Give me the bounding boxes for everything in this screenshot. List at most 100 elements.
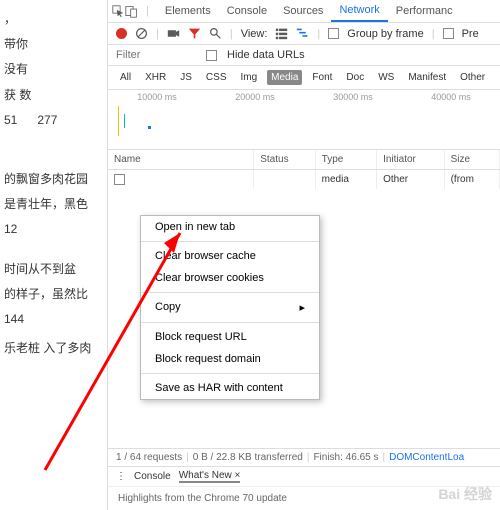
group-label: Group by frame bbox=[347, 28, 423, 40]
cell-type: media bbox=[316, 170, 377, 189]
hide-urls-label: Hide data URLs bbox=[227, 49, 305, 61]
kebab-icon[interactable]: ⋮ bbox=[116, 471, 126, 482]
page-text: 乐老桩 入了多肉 bbox=[4, 339, 103, 358]
inspect-icon[interactable] bbox=[112, 5, 125, 18]
filter-media[interactable]: Media bbox=[267, 70, 302, 85]
watermark: Bai 经验 bbox=[438, 484, 492, 504]
divider: | bbox=[307, 452, 310, 463]
menu-clear-cache[interactable]: Clear browser cache bbox=[141, 245, 319, 267]
filter-input[interactable] bbox=[116, 49, 196, 61]
filter-js[interactable]: JS bbox=[176, 70, 196, 85]
divider: | bbox=[186, 452, 189, 463]
filter-all[interactable]: All bbox=[116, 70, 135, 85]
divider bbox=[141, 373, 319, 374]
page-text: 的样子，虽然比 bbox=[4, 285, 103, 304]
page-text: 获 数 bbox=[4, 86, 103, 105]
divider: | bbox=[432, 28, 435, 40]
page-text: 51 277 bbox=[4, 111, 103, 130]
preserve-label: Pre bbox=[462, 28, 479, 40]
chevron-right-icon: ▸ bbox=[299, 301, 305, 314]
timeline-mark bbox=[118, 106, 119, 136]
filter-types: All XHR JS CSS Img Media Font Doc WS Man… bbox=[108, 66, 500, 90]
filter-row: Hide data URLs bbox=[108, 45, 500, 66]
drawer-tab-console[interactable]: Console bbox=[134, 471, 171, 482]
status-bar: 1 / 64 requests | 0 B / 22.8 KB transfer… bbox=[108, 448, 500, 466]
clear-icon[interactable] bbox=[135, 27, 148, 40]
tab-network[interactable]: Network bbox=[331, 0, 387, 22]
filter-xhr[interactable]: XHR bbox=[141, 70, 170, 85]
filter-doc[interactable]: Doc bbox=[342, 70, 368, 85]
page-text: 是青壮年，黑色 bbox=[4, 195, 103, 214]
status-finish: Finish: 46.65 s bbox=[313, 452, 378, 463]
divider: | bbox=[317, 28, 320, 40]
timeline-dot bbox=[148, 126, 151, 129]
filter-img[interactable]: Img bbox=[236, 70, 261, 85]
col-status[interactable]: Status bbox=[254, 150, 315, 169]
preserve-checkbox[interactable] bbox=[443, 28, 454, 39]
col-size[interactable]: Size bbox=[445, 150, 500, 169]
filter-css[interactable]: CSS bbox=[202, 70, 231, 85]
view-label: View: bbox=[241, 28, 268, 40]
cell-status bbox=[254, 170, 315, 189]
page-text: 时间从不到盆 bbox=[4, 260, 103, 279]
tab-performance[interactable]: Performanc bbox=[388, 1, 461, 21]
context-menu: Open in new tab Clear browser cache Clea… bbox=[140, 215, 320, 400]
page-text: 的飘窗多肉花园 bbox=[4, 170, 103, 189]
menu-block-url[interactable]: Block request URL bbox=[141, 326, 319, 348]
cell-size: (from bbox=[445, 170, 500, 189]
menu-copy[interactable]: Copy▸ bbox=[141, 296, 319, 319]
menu-open-new-tab[interactable]: Open in new tab bbox=[141, 216, 319, 238]
divider: | bbox=[230, 28, 233, 40]
menu-save-har[interactable]: Save as HAR with content bbox=[141, 377, 319, 399]
divider bbox=[141, 292, 319, 293]
device-icon[interactable] bbox=[125, 5, 138, 18]
status-dom: DOMContentLoa bbox=[389, 452, 464, 463]
page-text: 12 bbox=[4, 220, 103, 239]
camera-icon[interactable] bbox=[167, 27, 180, 40]
divider: | bbox=[156, 28, 159, 40]
tick: 40000 ms bbox=[431, 92, 471, 102]
timeline[interactable]: 10000 ms 20000 ms 30000 ms 40000 ms bbox=[108, 90, 500, 150]
col-type[interactable]: Type bbox=[316, 150, 377, 169]
tick: 10000 ms bbox=[137, 92, 177, 102]
filter-icon[interactable] bbox=[188, 27, 201, 40]
menu-block-domain[interactable]: Block request domain bbox=[141, 348, 319, 370]
network-toolbar: | | View: | Group by frame | Pre bbox=[108, 23, 500, 45]
waterfall-view-icon[interactable] bbox=[296, 27, 309, 40]
record-button[interactable] bbox=[116, 28, 127, 39]
table-row[interactable]: media Other (from bbox=[108, 170, 500, 189]
group-checkbox[interactable] bbox=[328, 28, 339, 39]
timeline-mark bbox=[124, 114, 125, 128]
cell-initiator: Other bbox=[377, 170, 445, 189]
col-name[interactable]: Name bbox=[108, 150, 254, 169]
page-text: 带你 bbox=[4, 35, 103, 54]
drawer-tab-whats-new[interactable]: What's New × bbox=[179, 470, 241, 483]
filter-ws[interactable]: WS bbox=[374, 70, 398, 85]
menu-clear-cookies[interactable]: Clear browser cookies bbox=[141, 267, 319, 289]
page-content-pane: ， 带你 没有 获 数 51 277 的飘窗多肉花园 是青壮年，黑色 12 时间… bbox=[0, 0, 108, 510]
page-text: 没有 bbox=[4, 60, 103, 79]
page-text: 144 bbox=[4, 310, 103, 329]
tick: 20000 ms bbox=[235, 92, 275, 102]
tab-elements[interactable]: Elements bbox=[157, 1, 219, 21]
status-bytes: 0 B / 22.8 KB transferred bbox=[193, 452, 303, 463]
network-table-head: Name Status Type Initiator Size bbox=[108, 150, 500, 170]
divider bbox=[141, 322, 319, 323]
list-view-icon[interactable] bbox=[275, 27, 288, 40]
filter-manifest[interactable]: Manifest bbox=[404, 70, 450, 85]
tab-console[interactable]: Console bbox=[219, 1, 275, 21]
cell-name bbox=[108, 170, 254, 189]
tick: 30000 ms bbox=[333, 92, 373, 102]
divider: | bbox=[138, 1, 157, 21]
col-initiator[interactable]: Initiator bbox=[377, 150, 445, 169]
status-requests: 1 / 64 requests bbox=[116, 452, 182, 463]
filter-font[interactable]: Font bbox=[308, 70, 336, 85]
search-icon[interactable] bbox=[209, 27, 222, 40]
divider bbox=[141, 241, 319, 242]
devtools-tabs: | Elements Console Sources Network Perfo… bbox=[108, 0, 500, 23]
hide-urls-checkbox[interactable] bbox=[206, 50, 217, 61]
divider: | bbox=[382, 452, 385, 463]
filter-other[interactable]: Other bbox=[456, 70, 489, 85]
tab-sources[interactable]: Sources bbox=[275, 1, 331, 21]
page-text: ， bbox=[4, 10, 103, 29]
